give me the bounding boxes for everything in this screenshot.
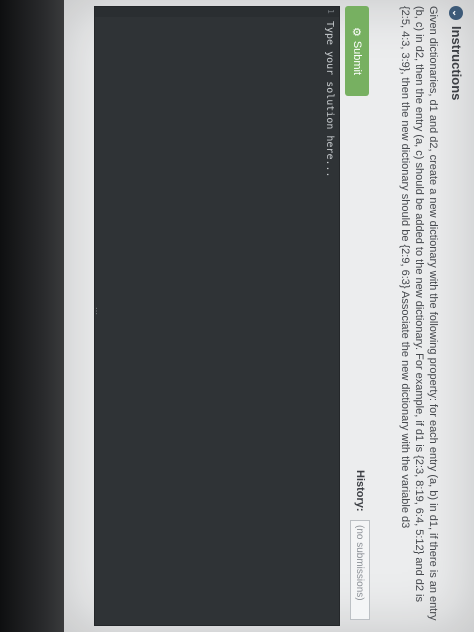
instructions-title: Instructions [449,26,464,101]
monitor-bezel [0,0,64,632]
history-label: History: [354,470,366,512]
submit-button[interactable]: ⚙ Submit [345,6,369,96]
submit-label: Submit [351,40,363,76]
line-number: 1 [326,9,335,14]
resize-handle[interactable]: ⋯ [92,307,101,315]
instructions-body: Given dictionaries, d1 and d2, create a … [399,6,439,621]
history-select[interactable]: (no submissions) [350,520,370,620]
editor-gutter: 1 [95,7,339,17]
photo-stage: ⌄ Instructions Given dictionaries, d1 an… [0,0,474,632]
chevron-down-icon: ⌄ [449,6,464,20]
editor-placeholder: Type your solution here... [324,21,335,178]
exercise-page: ⌄ Instructions Given dictionaries, d1 an… [64,0,474,632]
instructions-toggle[interactable]: ⌄ Instructions [449,6,464,100]
code-editor[interactable]: 1 Type your solution here... ⋯ [92,6,340,626]
gear-icon: ⚙ [350,26,363,37]
